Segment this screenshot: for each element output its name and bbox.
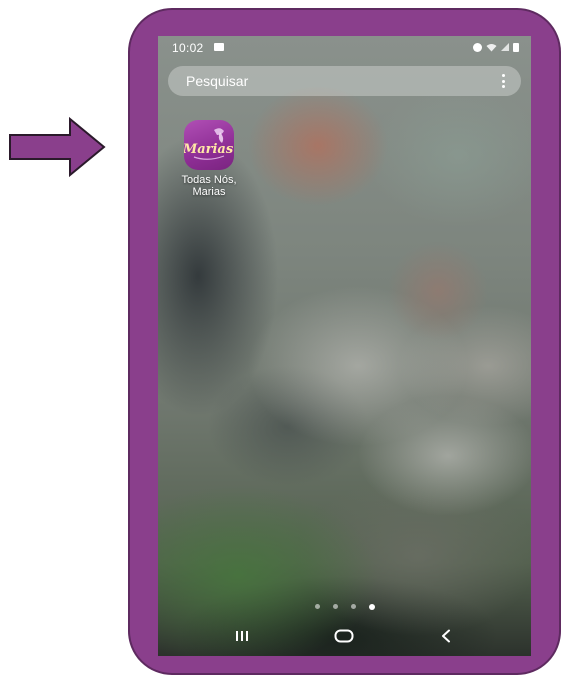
notification-icon [214, 43, 224, 51]
back-button[interactable] [426, 624, 466, 648]
page-indicator [158, 603, 531, 610]
app-todas-nos-marias[interactable]: Marias Todas Nós, Marias [166, 120, 252, 198]
page-dot[interactable] [350, 604, 356, 609]
status-bar: 10:02 [158, 36, 531, 58]
page-dot[interactable] [368, 603, 375, 610]
page-dot[interactable] [314, 604, 320, 609]
wifi-icon [486, 43, 497, 51]
marias-logo-icon: Marias [184, 128, 234, 160]
battery-icon [513, 42, 519, 52]
more-vertical-icon[interactable] [502, 74, 505, 88]
status-icons [473, 42, 519, 52]
recents-icon [236, 631, 248, 641]
search-bar[interactable]: Pesquisar [168, 66, 521, 96]
page-dot[interactable] [332, 604, 338, 609]
alarm-icon [473, 42, 482, 52]
status-time: 10:02 [172, 41, 204, 55]
recents-button[interactable] [222, 624, 262, 648]
app-icon-text: Marias [184, 142, 234, 157]
home-screen: 10:02 Pesquisar Marias Todas Nós, Marias [158, 36, 531, 656]
navigation-bar [158, 616, 531, 656]
signal-icon [501, 43, 509, 51]
back-icon [442, 629, 450, 643]
app-label: Todas Nós, Marias [166, 174, 252, 198]
search-label: Pesquisar [186, 73, 249, 89]
todas-nos-marias-app-icon[interactable]: Marias [184, 120, 234, 170]
home-button[interactable] [324, 624, 364, 648]
home-icon [334, 629, 354, 643]
phone-frame: 10:02 Pesquisar Marias Todas Nós, Marias [128, 8, 561, 675]
stage: 10:02 Pesquisar Marias Todas Nós, Marias [0, 0, 568, 677]
app-label-line1: Todas Nós, [181, 174, 237, 186]
app-label-line2: Marias [192, 186, 226, 198]
right-arrow-icon [9, 116, 106, 178]
